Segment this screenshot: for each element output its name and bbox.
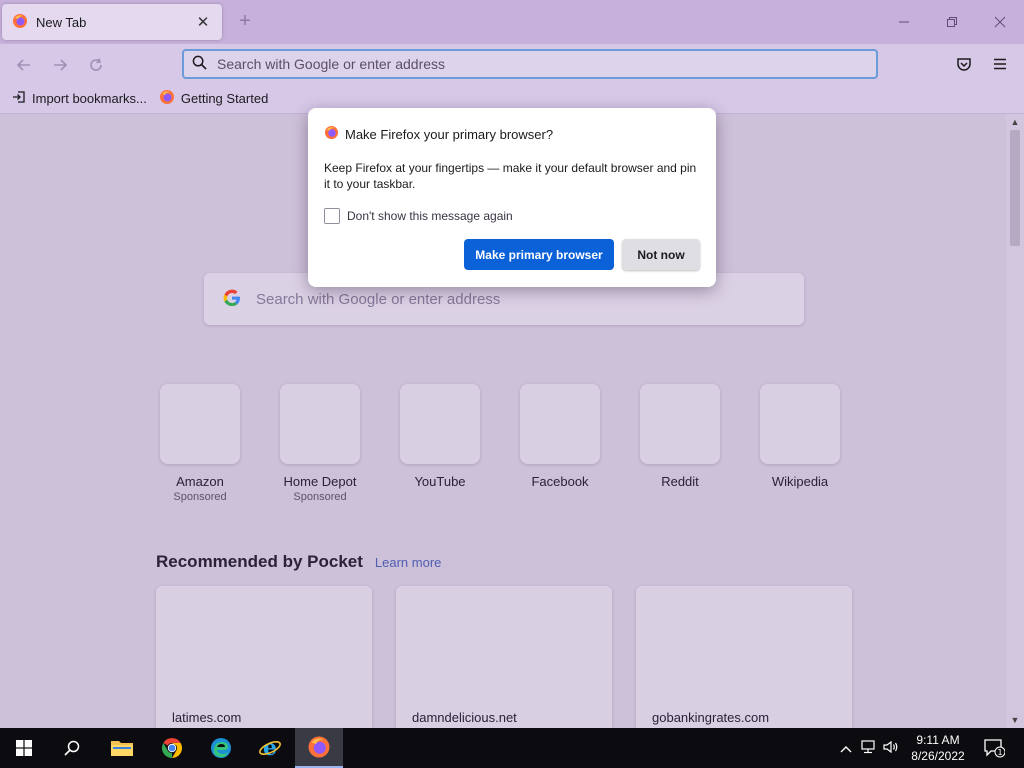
notifications-icon[interactable]: 1 (970, 728, 1018, 768)
card-source: latimes.com (172, 710, 242, 725)
pocket-title: Recommended by Pocket (156, 552, 363, 571)
top-site-thumbnail (760, 384, 840, 464)
clock-date: 8/26/2022 (911, 749, 965, 763)
notification-count: 1 (997, 748, 1002, 757)
taskbar-clock[interactable]: 9:11 AM 8/26/2022 (906, 732, 970, 764)
tab-new-tab[interactable]: New Tab ✕ (2, 4, 222, 40)
pocket-cards: latimes.com damndelicious.net gobankingr… (156, 586, 852, 728)
firefox-icon (12, 13, 28, 32)
dialog-message: Keep Firefox at your fingertips — make i… (324, 161, 697, 191)
pocket-card[interactable]: gobankingrates.com (636, 586, 852, 728)
volume-icon[interactable] (880, 740, 902, 757)
import-icon (12, 90, 26, 107)
tab-strip: New Tab ✕ + (0, 0, 1024, 44)
top-site-tile[interactable]: Facebook (520, 384, 600, 503)
make-primary-browser-button[interactable]: Make primary browser (464, 239, 614, 270)
default-browser-dialog: Make Firefox your primary browser? Keep … (308, 108, 716, 287)
dialog-header: Make Firefox your primary browser? (324, 125, 553, 143)
system-tray (836, 728, 902, 768)
card-source: damndelicious.net (412, 710, 517, 725)
vertical-scrollbar[interactable]: ▲ ▼ (1006, 114, 1024, 728)
close-window-icon[interactable] (976, 0, 1024, 44)
dialog-title: Make Firefox your primary browser? (345, 126, 554, 142)
file-explorer-icon[interactable] (98, 728, 146, 768)
bookmark-getting-started[interactable]: Getting Started (159, 89, 268, 108)
top-site-label: Reddit (661, 474, 699, 489)
top-site-label: Amazon (176, 474, 224, 489)
reload-icon[interactable] (83, 52, 109, 78)
svg-text:e: e (263, 736, 277, 760)
search-icon[interactable] (48, 728, 96, 768)
sponsored-label: Sponsored (293, 491, 347, 503)
address-input[interactable] (217, 56, 857, 72)
dont-show-again-checkbox[interactable] (324, 208, 340, 224)
chevron-up-icon[interactable] (836, 741, 856, 756)
address-bar[interactable] (182, 49, 878, 79)
network-icon[interactable] (856, 739, 880, 757)
clock-time: 9:11 AM (916, 733, 960, 747)
minimize-icon[interactable] (880, 0, 928, 44)
top-site-label: YouTube (414, 474, 466, 489)
internet-explorer-icon[interactable]: e (246, 728, 294, 768)
windows-start-icon[interactable] (0, 728, 48, 768)
top-site-thumbnail (400, 384, 480, 464)
top-site-thumbnail (520, 384, 600, 464)
tab-title: New Tab (36, 14, 87, 30)
sponsored-label: Sponsored (173, 491, 227, 503)
pocket-card[interactable]: damndelicious.net (396, 586, 612, 728)
dont-show-again-option[interactable]: Don't show this message again (324, 208, 513, 224)
top-site-label: Facebook (531, 474, 589, 489)
top-site-tile[interactable]: YouTube (400, 384, 480, 503)
pocket-card[interactable]: latimes.com (156, 586, 372, 728)
scroll-up-icon[interactable]: ▲ (1006, 114, 1024, 130)
checkbox-label: Don't show this message again (347, 209, 513, 223)
forward-arrow-icon[interactable] (47, 52, 73, 78)
top-site-tile[interactable]: Reddit (640, 384, 720, 503)
top-site-label: Wikipedia (771, 474, 829, 489)
firefox-icon (324, 125, 339, 143)
scroll-thumb[interactable] (1010, 130, 1020, 246)
top-sites: Amazon Sponsored Home Depot Sponsored Yo… (160, 384, 840, 503)
pocket-header: Recommended by Pocket Learn more (156, 552, 441, 572)
close-tab-icon[interactable]: ✕ (194, 13, 212, 31)
edge-icon[interactable] (197, 728, 245, 768)
top-site-thumbnail (280, 384, 360, 464)
window-controls (880, 0, 1024, 44)
taskbar: e 9:11 AM 8/26/2022 1 (0, 728, 1024, 768)
search-icon (192, 55, 207, 73)
learn-more-link[interactable]: Learn more (375, 555, 441, 570)
hamburger-menu-icon[interactable] (988, 52, 1012, 76)
top-site-tile[interactable]: Wikipedia (760, 384, 840, 503)
new-tab-plus-icon[interactable]: + (234, 10, 256, 32)
card-source: gobankingrates.com (652, 710, 770, 725)
back-arrow-icon[interactable] (11, 52, 37, 78)
top-site-tile[interactable]: Home Depot Sponsored (280, 384, 360, 503)
chrome-icon[interactable] (148, 728, 196, 768)
scroll-down-icon[interactable]: ▼ (1006, 712, 1024, 728)
toolbar-right (952, 52, 1012, 76)
not-now-button[interactable]: Not now (622, 239, 700, 270)
top-site-thumbnail (640, 384, 720, 464)
firefox-taskbar-icon[interactable] (295, 728, 343, 768)
pocket-icon[interactable] (952, 52, 976, 76)
newtab-search-input[interactable] (256, 290, 776, 308)
bookmark-import[interactable]: Import bookmarks... (12, 90, 147, 107)
top-site-tile[interactable]: Amazon Sponsored (160, 384, 240, 503)
bookmark-label: Getting Started (180, 91, 269, 106)
bookmark-label: Import bookmarks... (32, 91, 147, 106)
firefox-icon (159, 89, 175, 108)
top-site-thumbnail (160, 384, 240, 464)
google-icon (222, 288, 242, 311)
restore-icon[interactable] (928, 0, 976, 44)
top-site-label: Home Depot (283, 474, 357, 489)
